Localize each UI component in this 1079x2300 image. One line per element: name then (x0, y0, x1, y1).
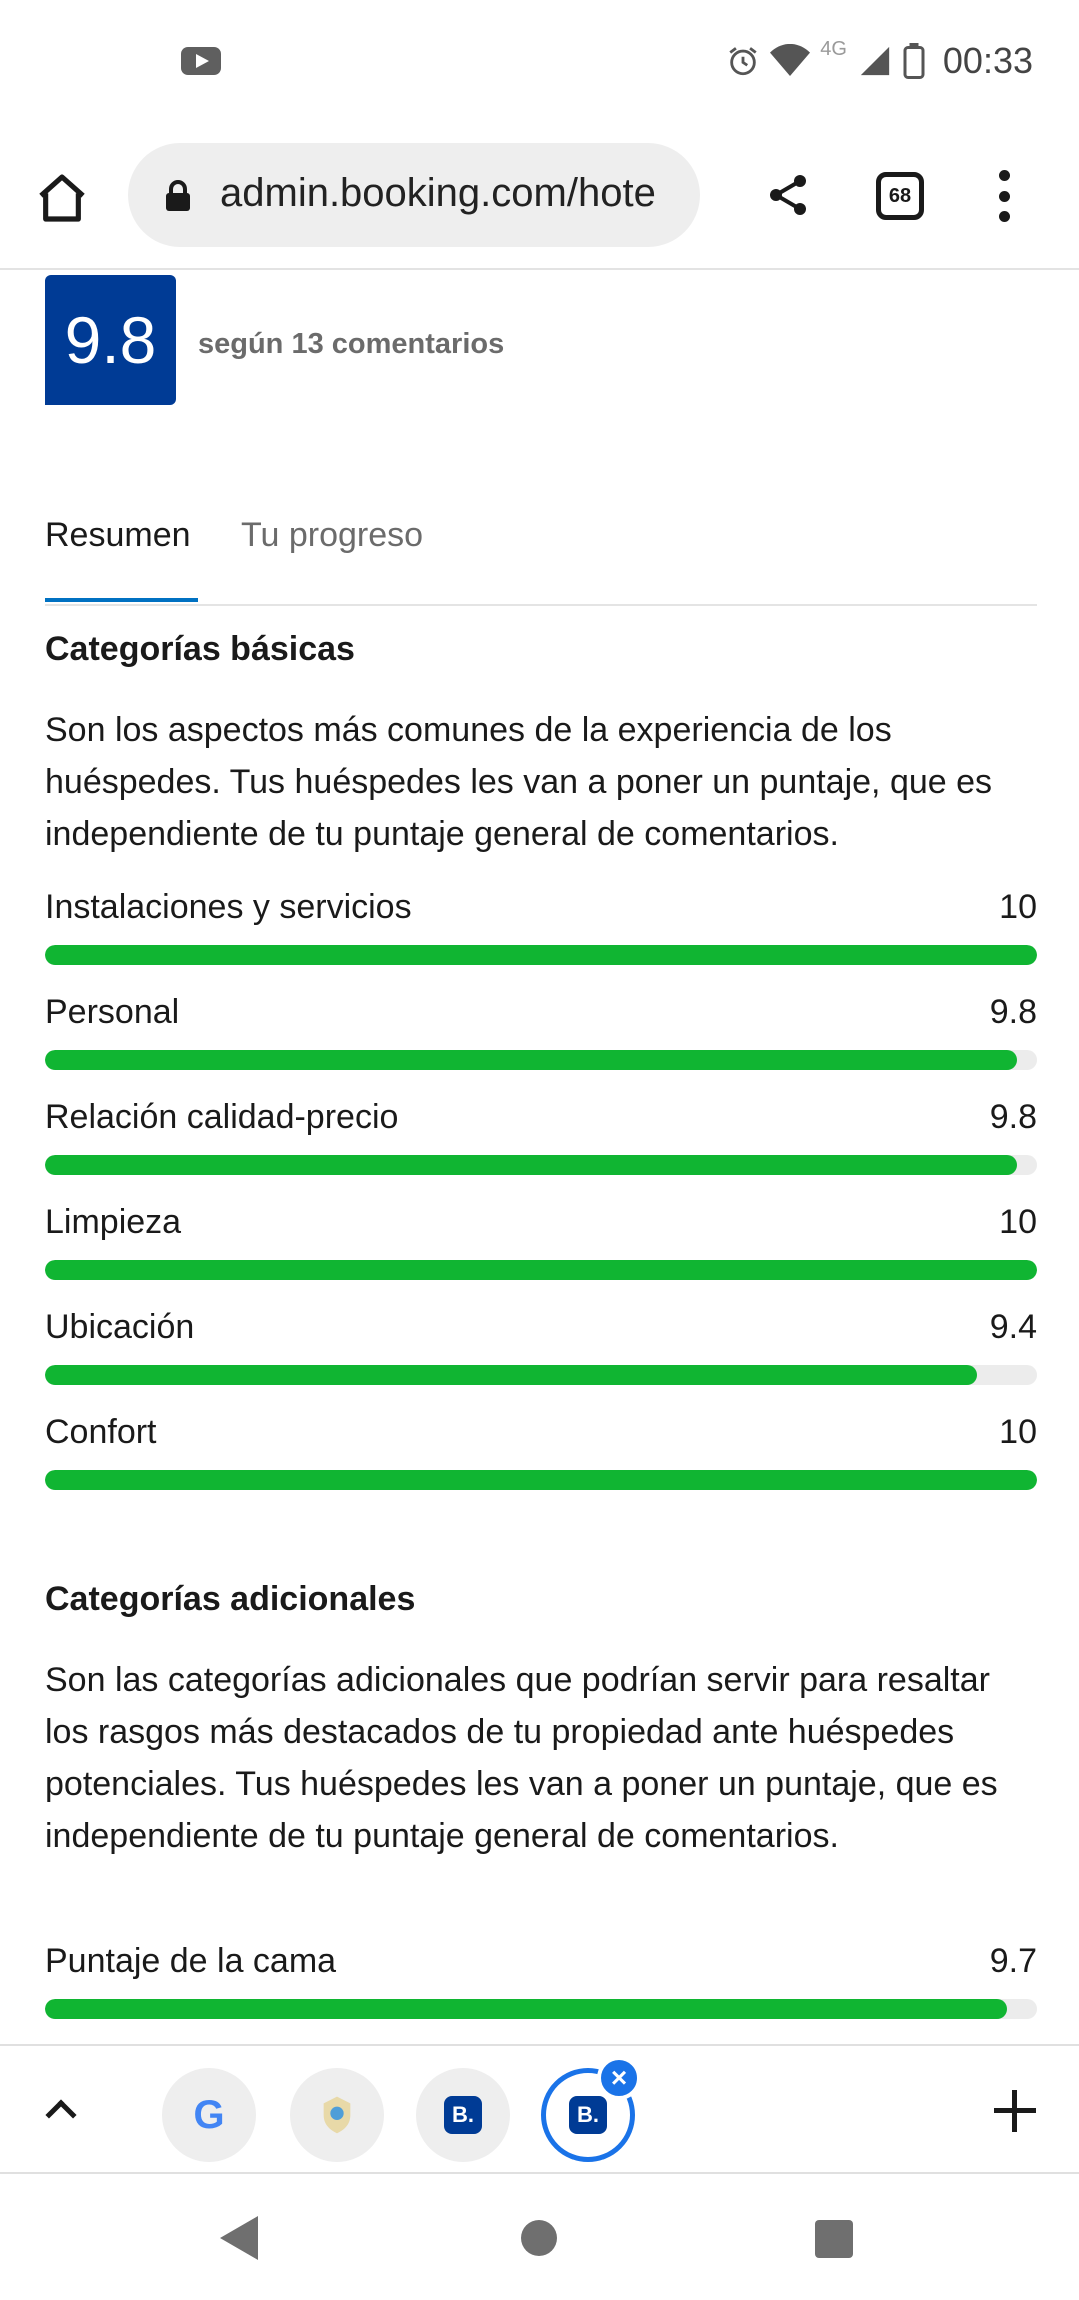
more-icon[interactable] (996, 170, 1012, 222)
rating-value: 9.7 (989, 1942, 1037, 1980)
url-text: admin.booking.com/hote (220, 171, 656, 215)
network-type-label: 4G (820, 37, 847, 60)
review-count-text: según 13 comentarios (198, 328, 505, 360)
rating-bar (45, 1050, 1037, 1070)
tab-switcher-button[interactable]: 68 (876, 172, 924, 220)
rating-label: Relación calidad-precio (45, 1098, 399, 1136)
signal-icon (860, 46, 890, 76)
rating-label: Confort (45, 1413, 157, 1451)
back-icon[interactable] (220, 2216, 258, 2260)
status-bar: 4G 00:33 (0, 0, 1079, 120)
address-bar[interactable]: admin.booking.com/hote (128, 143, 700, 247)
rating-bar (45, 1260, 1037, 1280)
clock: 00:33 (942, 40, 1033, 81)
rating-label: Instalaciones y servicios (45, 888, 412, 926)
recents-icon[interactable] (815, 2220, 853, 2258)
share-icon[interactable] (764, 170, 812, 220)
basic-categories-heading: Categorías básicas (45, 630, 355, 668)
tab-bar: Resumen Tu progreso (45, 512, 1037, 606)
system-nav-bar (0, 2176, 1079, 2300)
tab-booking[interactable]: B. (416, 2068, 510, 2162)
rating-bar (45, 1155, 1037, 1175)
chevron-up-icon[interactable] (45, 2099, 77, 2131)
rating-row: Limpieza 10 (45, 1203, 1037, 1283)
rating-value: 10 (999, 1203, 1037, 1241)
rating-label: Personal (45, 993, 180, 1031)
overall-score-badge: 9.8 (45, 275, 176, 405)
rating-row: Relación calidad-precio 9.8 (45, 1098, 1037, 1178)
youtube-icon (181, 47, 221, 75)
tab-tu-progreso[interactable]: Tu progreso (241, 516, 423, 602)
battery-icon (903, 43, 925, 79)
rating-bar (45, 1365, 1037, 1385)
rating-row: Confort 10 (45, 1413, 1037, 1493)
basic-categories-description: Son los aspectos más comunes de la exper… (45, 711, 993, 853)
lock-icon (166, 180, 190, 211)
site-favicon (323, 2096, 351, 2134)
alarm-icon (729, 47, 757, 76)
home-nav-icon[interactable] (521, 2220, 557, 2256)
rating-value: 10 (999, 1413, 1037, 1451)
rating-value: 10 (999, 888, 1037, 926)
rating-bar (45, 945, 1037, 965)
tab-resumen[interactable]: Resumen (45, 516, 198, 602)
rating-label: Puntaje de la cama (45, 1942, 337, 1980)
rating-value: 9.8 (989, 993, 1037, 1031)
rating-row: Personal 9.8 (45, 993, 1037, 1073)
additional-categories-description: Son las categorías adicionales que podrí… (45, 1661, 998, 1855)
google-favicon: G (193, 2092, 225, 2137)
close-tab-icon[interactable]: × (597, 2056, 641, 2100)
rating-row: Ubicación 9.4 (45, 1308, 1037, 1388)
rating-label: Limpieza (45, 1203, 182, 1241)
home-icon[interactable] (34, 170, 90, 226)
booking-favicon: B. (444, 2096, 482, 2134)
booking-favicon: B. (569, 2096, 607, 2134)
additional-categories-heading: Categorías adicionales (45, 1580, 416, 1618)
wifi-icon (770, 44, 811, 76)
rating-label: Ubicación (45, 1308, 195, 1346)
tab-strip: G B. B. × (0, 2044, 1079, 2174)
new-tab-icon[interactable] (994, 2090, 1036, 2132)
rating-value: 9.4 (989, 1308, 1037, 1346)
rating-value: 9.8 (989, 1098, 1037, 1136)
rating-row: Puntaje de la cama 9.7 (45, 1942, 1037, 2022)
status-icons: 4G 00:33 (726, 36, 1033, 86)
tab-google[interactable]: G (162, 2068, 256, 2162)
tab-site[interactable] (290, 2068, 384, 2162)
rating-row: Instalaciones y servicios 10 (45, 888, 1037, 968)
browser-toolbar: admin.booking.com/hote 68 (0, 120, 1079, 270)
rating-bar (45, 1999, 1037, 2019)
rating-bar (45, 1470, 1037, 1490)
